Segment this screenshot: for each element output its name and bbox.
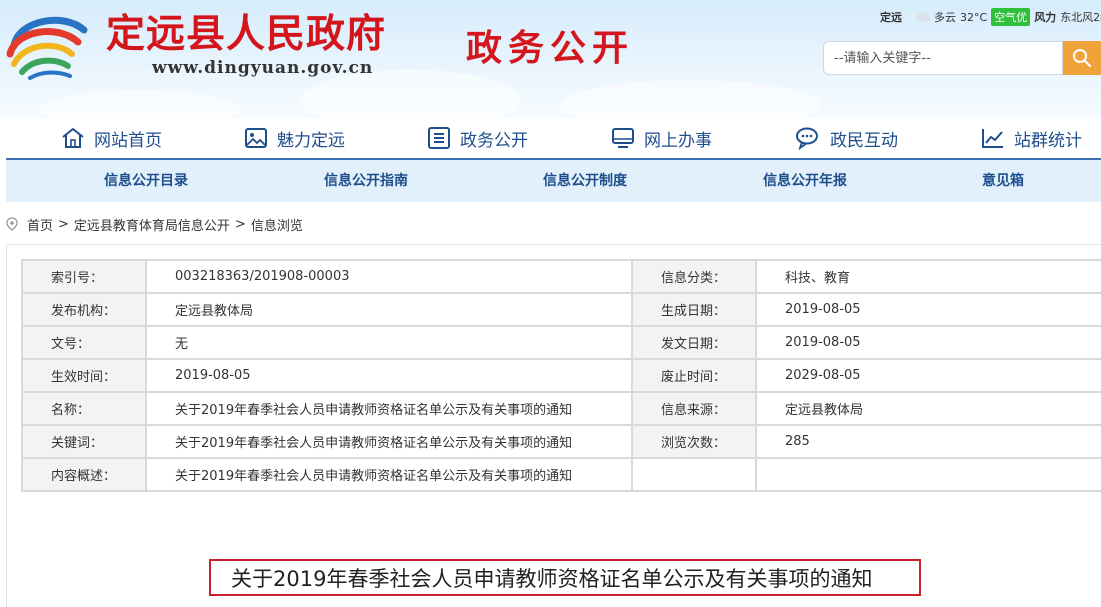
sub-nav: 信息公开目录 信息公开指南 信息公开制度 信息公开年报 意见箱 [6,160,1101,202]
nav-item-label: 政务公开 [460,130,528,151]
document-title: 关于2019年春季社会人员申请教师资格证名单公示及有关事项的通知 [209,559,921,596]
meta-label: 浏览次数： [631,424,757,459]
meta-value: 2019-08-05 [755,325,1101,360]
meta-value: 无 [145,325,633,360]
main-nav: 网站首页 魅力定远 政务公开 网上办事 政民互动 站群统计 [0,118,1101,158]
info-meta-table: 索引号： 003218363/201908-00003 信息分类： 科技、教育 … [21,259,1101,492]
meta-label: 生成日期： [631,292,757,327]
meta-value: 2029-08-05 [755,358,1101,393]
nav-item-charm[interactable]: 魅力定远 [243,122,345,154]
meta-label: 信息来源： [631,391,757,426]
meta-label: 内容概述： [21,457,147,492]
nav-item-label: 网站首页 [94,130,162,151]
cloudy-icon [916,12,930,22]
section-title: 政务公开 [466,27,635,69]
table-row: 发布机构： 定远县教体局 生成日期： 2019-08-05 [21,292,1101,327]
search-button[interactable] [1063,41,1101,75]
subnav-item-guide[interactable]: 信息公开指南 [324,160,408,202]
nav-item-site-stats[interactable]: 站群统计 [980,122,1082,154]
meta-value: 003218363/201908-00003 [145,259,633,294]
table-row: 名称： 关于2019年春季社会人员申请教师资格证名单公示及有关事项的通知 信息来… [21,391,1101,426]
meta-value: 285 [755,424,1101,459]
table-row: 文号： 无 发文日期： 2019-08-05 [21,325,1101,360]
meta-label: 生效时间： [21,358,147,393]
air-quality-badge: 空气优 [991,8,1031,26]
weather-temperature: 32°C [960,10,988,24]
meta-label: 名称： [21,391,147,426]
table-row: 生效时间： 2019-08-05 废止时间： 2029-08-05 [21,358,1101,393]
nav-item-label: 站群统计 [1014,130,1082,151]
breadcrumb-current: 信息浏览 [250,218,303,234]
breadcrumb: 首页 > 定远县教育体育局信息公开 > 信息浏览 [6,214,303,234]
nav-item-online-service[interactable]: 网上办事 [610,122,712,154]
nav-item-label: 魅力定远 [277,130,345,151]
meta-label: 发布机构： [21,292,147,327]
meta-label: 索引号： [21,259,147,294]
nav-item-home[interactable]: 网站首页 [60,122,162,154]
wind-label: 风力 [1034,11,1057,24]
meta-value: 科技、教育 [755,259,1101,294]
meta-value: 定远县教体局 [145,292,633,327]
weather-widget: 定远 多云 32°C 空气优 风力 东北风2级 [880,8,1101,26]
home-icon [62,128,84,148]
table-row: 内容概述： 关于2019年春季社会人员申请教师资格证名单公示及有关事项的通知 [21,457,1101,492]
nav-item-interaction[interactable]: 政民互动 [794,122,898,154]
meta-value: 关于2019年春季社会人员申请教师资格证名单公示及有关事项的通知 [145,457,633,492]
meta-label: 关键词： [21,424,147,459]
weather-city: 定远 [880,11,902,24]
meta-value: 关于2019年春季社会人员申请教师资格证名单公示及有关事项的通知 [145,424,633,459]
monitor-icon [612,128,634,148]
subnav-item-catalog[interactable]: 信息公开目录 [104,160,188,202]
weather-condition: 多云 [934,11,956,24]
meta-label: 发文日期： [631,325,757,360]
meta-value [755,457,1101,492]
image-icon [245,128,267,148]
subnav-item-feedback[interactable]: 意见箱 [982,160,1024,202]
table-row: 索引号： 003218363/201908-00003 信息分类： 科技、教育 [21,259,1101,294]
breadcrumb-home[interactable]: 首页 [27,215,53,234]
subnav-item-annual-report[interactable]: 信息公开年报 [763,160,847,202]
wind-value: 东北风2级 [1060,11,1101,24]
document-list-icon [428,127,450,149]
site-name[interactable]: 定远县人民政府 [106,10,386,58]
meta-value: 2019-08-05 [145,358,633,393]
meta-label [631,457,757,492]
meta-label: 文号： [21,325,147,360]
subnav-item-system[interactable]: 信息公开制度 [543,160,627,202]
search-bar [823,41,1101,77]
line-chart-icon [982,129,1003,148]
site-url: www.dingyuan.gov.cn [152,58,374,78]
search-icon [1073,49,1092,68]
nav-item-label: 网上办事 [644,130,712,151]
breadcrumb-separator: > [58,216,69,232]
meta-value: 2019-08-05 [755,292,1101,327]
location-pin-icon [6,217,18,231]
chat-icon [796,127,818,150]
breadcrumb-department[interactable]: 定远县教育体育局信息公开 [74,215,230,234]
meta-label: 废止时间： [631,358,757,393]
nav-item-gov-affairs[interactable]: 政务公开 [426,122,528,154]
meta-value: 定远县教体局 [755,391,1101,426]
meta-value: 关于2019年春季社会人员申请教师资格证名单公示及有关事项的通知 [145,391,633,426]
site-logo[interactable] [4,8,90,82]
table-row: 关键词： 关于2019年春季社会人员申请教师资格证名单公示及有关事项的通知 浏览… [21,424,1101,459]
meta-label: 信息分类： [631,259,757,294]
site-header: 定远县人民政府 www.dingyuan.gov.cn 政务公开 定远 多云 3… [0,0,1101,118]
search-input[interactable] [823,41,1063,75]
breadcrumb-separator: > [234,216,246,232]
nav-item-label: 政民互动 [830,130,898,151]
